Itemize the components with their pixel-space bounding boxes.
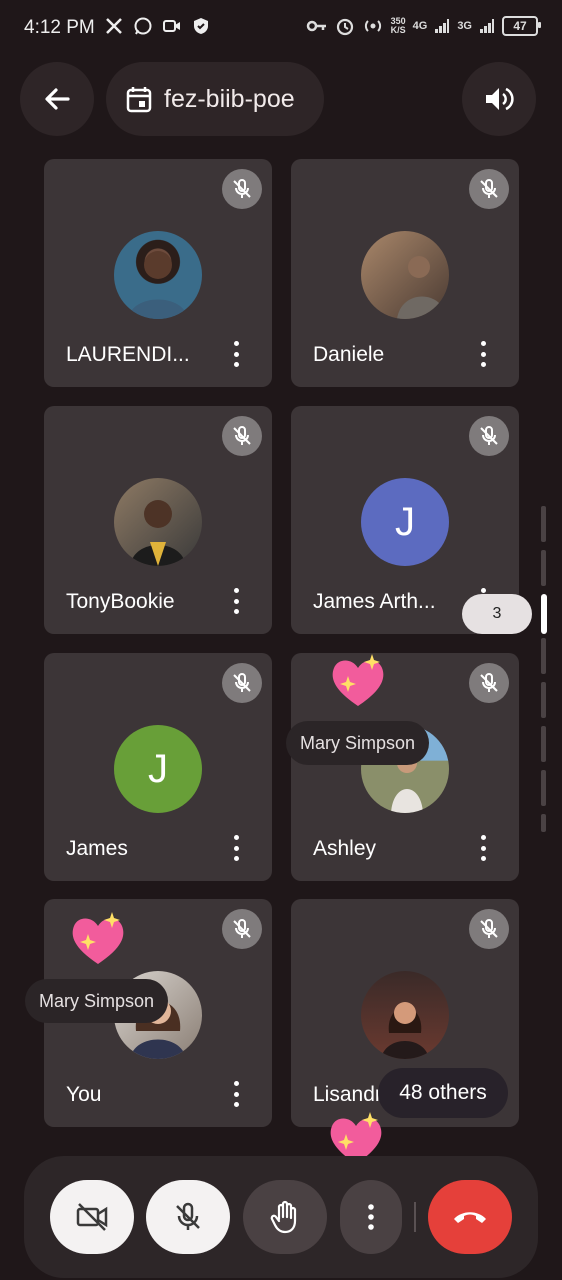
page-segment[interactable]: [541, 506, 546, 542]
reaction-sender-label: Mary Simpson: [286, 721, 430, 765]
person-photo: [128, 251, 188, 319]
participant-tile[interactable]: TonyBookie: [44, 406, 272, 634]
avatar: [114, 231, 202, 319]
participant-options-button[interactable]: [230, 586, 242, 616]
participant-name: James Arth...: [313, 590, 436, 613]
muted-indicator: [469, 909, 509, 949]
status-time: 4:12 PM: [24, 17, 95, 38]
person-photo: [130, 500, 186, 566]
muted-indicator: [469, 169, 509, 209]
mic-off-icon: [233, 426, 251, 445]
avatar-initial: J: [361, 478, 449, 566]
shield-icon: [194, 18, 208, 34]
raise-hand-button[interactable]: [243, 1180, 327, 1254]
participant-options-button[interactable]: [230, 833, 242, 863]
mic-off-icon: [480, 673, 498, 692]
avatar: [114, 478, 202, 566]
page-segment[interactable]: [541, 726, 546, 762]
notification-icons: [104, 16, 211, 36]
more-options-button[interactable]: [340, 1180, 402, 1254]
whatsapp-icon: [134, 17, 152, 35]
page-segment[interactable]: [541, 682, 546, 718]
participant-tile[interactable]: Daniele: [291, 159, 519, 387]
camera-toggle-button[interactable]: [50, 1180, 134, 1254]
participant-options-button[interactable]: [477, 339, 489, 369]
muted-indicator: [222, 169, 262, 209]
page-segment-active[interactable]: [541, 594, 547, 634]
more-vert-icon: [368, 1204, 374, 1230]
mic-toggle-button[interactable]: [146, 1180, 230, 1254]
muted-indicator: [222, 416, 262, 456]
participant-name: You: [66, 1083, 102, 1106]
mic-off-icon: [233, 919, 251, 938]
hotspot-icon: [364, 20, 381, 32]
net-speed: 350 K/S: [390, 16, 406, 35]
avatar: [361, 971, 449, 1059]
participant-options-button[interactable]: [230, 339, 242, 369]
camera-off-icon: [76, 1203, 108, 1231]
volume-up-icon: [486, 87, 514, 111]
video-call-icon: [163, 20, 180, 32]
raise-hand-icon: [270, 1200, 297, 1234]
participant-options-button[interactable]: [477, 833, 489, 863]
participant-name: James: [66, 837, 128, 860]
end-call-button[interactable]: [428, 1180, 512, 1254]
arrow-back-icon: [45, 88, 70, 110]
calendar-icon: [126, 87, 152, 113]
mic-off-icon: [480, 179, 498, 198]
audio-output-button[interactable]: [462, 62, 536, 136]
page-segment[interactable]: [541, 770, 546, 806]
sparkling-heart-reaction: [332, 654, 384, 706]
key-icon: [306, 20, 326, 32]
controls-divider: [414, 1202, 416, 1232]
muted-indicator: [222, 663, 262, 703]
participant-options-button[interactable]: [230, 1079, 242, 1109]
muted-indicator: [469, 663, 509, 703]
alarm-icon: [336, 18, 353, 36]
person-photo: [397, 256, 447, 319]
participant-name: Ashley: [313, 837, 377, 860]
signal-icon: [435, 19, 450, 33]
system-icons: 350 K/S 4G 3G 47: [306, 16, 541, 36]
muted-indicator: [469, 416, 509, 456]
mic-off-icon: [480, 919, 498, 938]
signal-icon-2: [480, 19, 494, 33]
others-button[interactable]: 48 others: [378, 1068, 508, 1118]
status-bar: 4:12 PM 350 K/S 4G 3G 47: [0, 0, 562, 56]
person-photo: [381, 1002, 429, 1059]
avatar-initial: J: [114, 725, 202, 813]
call-end-icon: [454, 1212, 486, 1223]
battery-icon: 47: [502, 16, 541, 36]
participant-tile[interactable]: LAURENDI...: [44, 159, 272, 387]
meeting-code: fez-biib-poe: [164, 84, 295, 113]
meeting-info-button[interactable]: fez-biib-poe: [106, 62, 324, 136]
network-type-2: 3G: [457, 20, 472, 32]
back-button[interactable]: [20, 62, 94, 136]
reaction-sender-label: Mary Simpson: [25, 979, 169, 1023]
mic-off-icon: [176, 1202, 200, 1230]
page-segment[interactable]: [541, 814, 546, 832]
participant-name: Daniele: [313, 343, 385, 366]
participant-tile[interactable]: J James: [44, 653, 272, 881]
mic-off-icon: [233, 673, 251, 692]
page-segment[interactable]: [541, 550, 546, 586]
muted-indicator: [222, 909, 262, 949]
avatar: [361, 231, 449, 319]
participant-name: LAURENDI...: [66, 343, 190, 366]
participant-name: TonyBookie: [66, 590, 175, 613]
mic-off-icon: [480, 426, 498, 445]
x-app-icon: [106, 18, 122, 34]
page-segment[interactable]: [541, 638, 546, 674]
mic-off-icon: [233, 179, 251, 198]
page-indicator: 3: [462, 594, 532, 634]
sparkling-heart-reaction: [72, 912, 124, 964]
network-type-1: 4G: [412, 20, 428, 32]
